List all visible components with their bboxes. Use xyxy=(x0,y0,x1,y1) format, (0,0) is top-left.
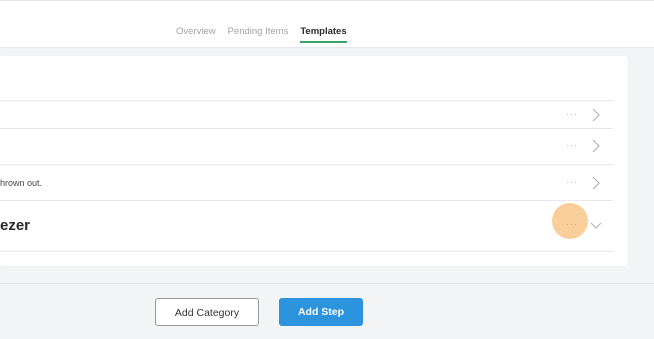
top-navigation-bar: Overview Pending Items Templates xyxy=(0,0,654,47)
more-options-icon[interactable]: ··· xyxy=(566,109,578,119)
divider xyxy=(0,283,654,284)
more-options-icon[interactable]: ··· xyxy=(566,140,578,150)
list-item[interactable]: hrown out. ··· xyxy=(0,164,613,201)
tab-bar: Overview Pending Items Templates xyxy=(176,26,347,43)
tab-templates[interactable]: Templates xyxy=(300,26,347,43)
tab-overview[interactable]: Overview xyxy=(176,26,216,38)
add-category-button[interactable]: Add Category xyxy=(155,298,259,326)
template-card: ··· ··· hrown out. ··· ezer xyxy=(0,56,628,266)
more-options-icon[interactable]: ··· xyxy=(566,219,578,229)
more-options-icon[interactable]: ··· xyxy=(566,177,578,187)
chevron-right-icon[interactable] xyxy=(590,139,602,153)
list-item[interactable]: ··· xyxy=(0,100,613,129)
chevron-right-icon[interactable] xyxy=(590,108,602,122)
list-item[interactable]: ··· xyxy=(0,128,613,165)
tab-pending-items[interactable]: Pending Items xyxy=(228,26,289,38)
category-title: ezer xyxy=(0,217,31,234)
list-item-label: hrown out. xyxy=(0,178,43,188)
chevron-right-icon[interactable] xyxy=(590,176,602,190)
chevron-down-icon[interactable] xyxy=(590,219,602,233)
category-row[interactable]: ezer xyxy=(0,200,613,252)
add-step-button[interactable]: Add Step xyxy=(279,298,363,326)
